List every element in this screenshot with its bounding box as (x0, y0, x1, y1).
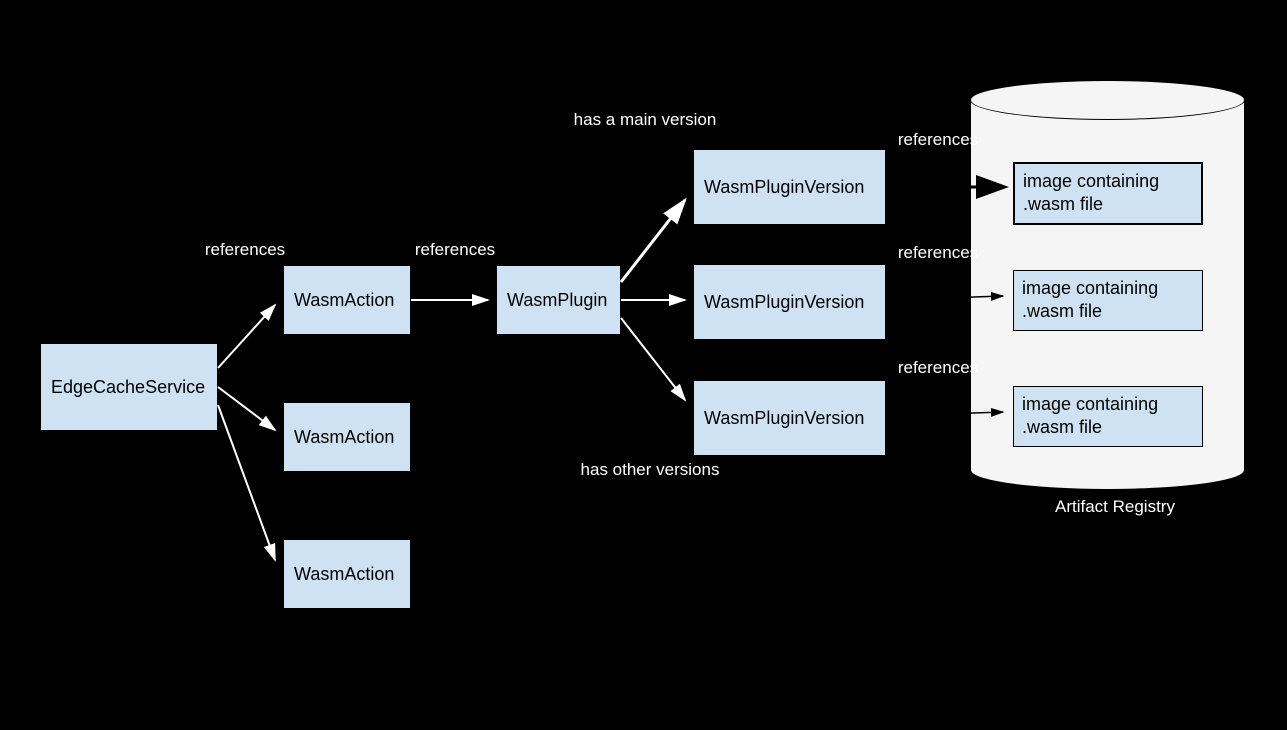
wasm-plugin-version-node-2: WasmPluginVersion (693, 264, 886, 340)
wasm-plugin-version-label-3: WasmPluginVersion (704, 408, 864, 429)
has-main-version-label: has a main version (560, 110, 730, 130)
image-label-2: image containing .wasm file (1022, 278, 1158, 321)
references-label-2: references (888, 130, 988, 150)
wasm-plugin-node: WasmPlugin (496, 265, 621, 335)
wasm-action-node-2: WasmAction (283, 402, 411, 472)
wasm-action-node-1: WasmAction (283, 265, 411, 335)
image-label-3: image containing .wasm file (1022, 394, 1158, 437)
wasm-action-label-1: WasmAction (294, 290, 394, 311)
edge-cache-service-label: EdgeCacheService (51, 377, 205, 398)
wasm-action-label-2: WasmAction (294, 427, 394, 448)
has-other-versions-label: has other versions (565, 460, 735, 480)
wasm-plugin-version-label-1: WasmPluginVersion (704, 177, 864, 198)
image-box-2: image containing .wasm file (1013, 270, 1203, 331)
references-label-1: references (405, 240, 505, 260)
references-label-3: references (888, 243, 988, 263)
wasm-plugin-version-node-3: WasmPluginVersion (693, 380, 886, 456)
wasm-plugin-label: WasmPlugin (507, 290, 607, 311)
cylinder-top-ellipse (970, 80, 1245, 120)
references-label-4: references (888, 358, 988, 378)
image-box-3: image containing .wasm file (1013, 386, 1203, 447)
wasm-action-label-3: WasmAction (294, 564, 394, 585)
artifact-registry-label: Artifact Registry (1050, 497, 1180, 517)
wasm-action-node-3: WasmAction (283, 539, 411, 609)
wasm-plugin-version-label-2: WasmPluginVersion (704, 292, 864, 313)
edge-cache-service-node: EdgeCacheService (40, 343, 218, 431)
artifact-registry-cylinder: image containing .wasm file image contai… (970, 100, 1245, 470)
references-3x-label: references (195, 240, 295, 260)
image-box-1: image containing .wasm file (1013, 162, 1203, 225)
wasm-plugin-version-node-1: WasmPluginVersion (693, 149, 886, 225)
image-label-1: image containing .wasm file (1023, 171, 1159, 214)
cylinder-bottom-ellipse (970, 450, 1245, 490)
